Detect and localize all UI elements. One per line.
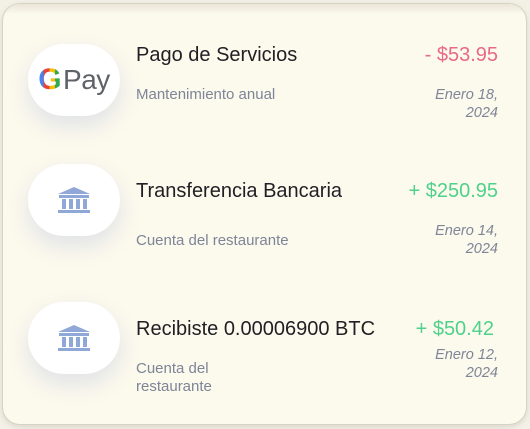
- transaction-title: Pago de Servicios: [136, 44, 298, 66]
- transaction-amount: - $53.95: [424, 44, 498, 66]
- transactions-card: G Pay Pago de Servicios Mantenimiento an…: [2, 3, 527, 425]
- transaction-item[interactable]: Transferencia Bancaria Cuenta del restau…: [3, 164, 526, 284]
- gpay-logo-text: Pay: [63, 64, 110, 95]
- transaction-title: Recibiste 0.00006900 BTC: [136, 318, 376, 340]
- gpay-logo: G Pay: [28, 44, 120, 116]
- transaction-subtitle: Cuenta del restaurante: [136, 232, 289, 249]
- transaction-amount: + $250.95: [408, 180, 498, 202]
- transaction-subtitle: Mantenimiento anual: [136, 86, 276, 103]
- bank-logo: [28, 164, 120, 236]
- bank-icon: [58, 187, 90, 213]
- transaction-date: Enero 12, 2024: [435, 347, 498, 381]
- transaction-title: Transferencia Bancaria: [136, 180, 343, 202]
- bank-icon: [58, 325, 90, 351]
- transaction-item[interactable]: G Pay Pago de Servicios Mantenimiento an…: [3, 28, 526, 148]
- transaction-subtitle: Cuenta del restaurante: [136, 360, 212, 395]
- gpay-icon: G Pay: [38, 63, 110, 97]
- transaction-date: Enero 14, 2024: [435, 223, 498, 257]
- gpay-logo-letter: G: [38, 63, 62, 96]
- top-fade: [3, 4, 526, 14]
- transaction-date: Enero 18, 2024: [435, 87, 498, 121]
- transaction-item[interactable]: Recibiste 0.00006900 BTC Cuenta del rest…: [3, 302, 526, 422]
- bank-logo: [28, 302, 120, 374]
- transaction-amount: + $50.42: [415, 318, 494, 340]
